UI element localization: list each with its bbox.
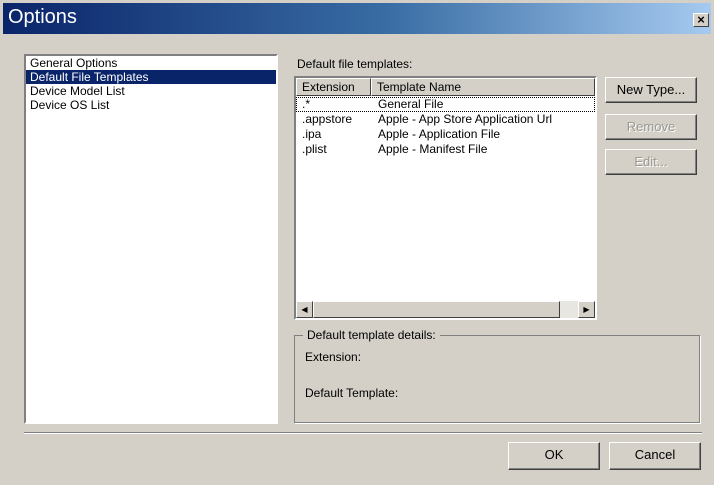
horizontal-scrollbar[interactable]: ◀ ▶: [296, 301, 595, 318]
cell-template-name: Apple - App Store Application Url: [378, 112, 553, 126]
arrow-right-icon: ▶: [583, 305, 590, 314]
cell-template-name: Apple - Application File: [378, 127, 501, 141]
window-title: Options: [8, 6, 77, 28]
options-category-list[interactable]: General Options Default File Templates D…: [24, 54, 278, 424]
title-bar[interactable]: Options ×: [3, 3, 711, 34]
cell-template-name: General File: [378, 97, 444, 111]
templates-list-view[interactable]: Extension Template Name .* General File …: [294, 76, 597, 320]
nav-item-general-options[interactable]: General Options: [26, 56, 276, 70]
template-details-legend: Default template details:: [303, 328, 440, 342]
scrollbar-thumb[interactable]: [313, 301, 560, 318]
nav-item-device-os-list[interactable]: Device OS List: [26, 98, 276, 112]
default-template-label: Default Template:: [305, 386, 399, 400]
nav-item-device-model-list[interactable]: Device Model List: [26, 84, 276, 98]
cell-extension: .*: [302, 97, 311, 111]
cancel-button[interactable]: Cancel: [609, 442, 701, 470]
arrow-left-icon: ◀: [301, 305, 308, 314]
cell-extension: .appstore: [302, 112, 353, 126]
cell-extension: .plist: [302, 142, 327, 156]
table-row[interactable]: .plist Apple - Manifest File: [296, 142, 595, 157]
close-button[interactable]: ×: [693, 13, 709, 27]
cell-extension: .ipa: [302, 127, 322, 141]
table-row[interactable]: .appstore Apple - App Store Application …: [296, 112, 595, 127]
nav-item-default-file-templates[interactable]: Default File Templates: [26, 70, 276, 84]
list-header: Extension Template Name: [296, 78, 595, 96]
remove-button[interactable]: Remove: [605, 114, 697, 140]
scroll-right-button[interactable]: ▶: [578, 301, 595, 318]
close-icon: ×: [697, 12, 705, 27]
footer-separator: [24, 432, 702, 434]
default-file-templates-label: Default file templates:: [297, 57, 413, 71]
column-header-extension[interactable]: Extension: [296, 78, 371, 96]
column-header-template-name[interactable]: Template Name: [371, 78, 595, 96]
table-row[interactable]: .ipa Apple - Application File: [296, 127, 595, 142]
ok-button[interactable]: OK: [508, 442, 600, 470]
options-dialog: Options × General Options Default File T…: [0, 0, 714, 485]
cell-template-name: Apple - Manifest File: [378, 142, 488, 156]
new-type-button[interactable]: New Type...: [605, 77, 697, 103]
extension-label: Extension:: [305, 350, 362, 364]
scroll-left-button[interactable]: ◀: [296, 301, 313, 318]
table-row[interactable]: .* General File: [296, 97, 595, 112]
template-details-group: Default template details: Extension: Def…: [294, 328, 700, 423]
edit-button[interactable]: Edit...: [605, 149, 697, 175]
